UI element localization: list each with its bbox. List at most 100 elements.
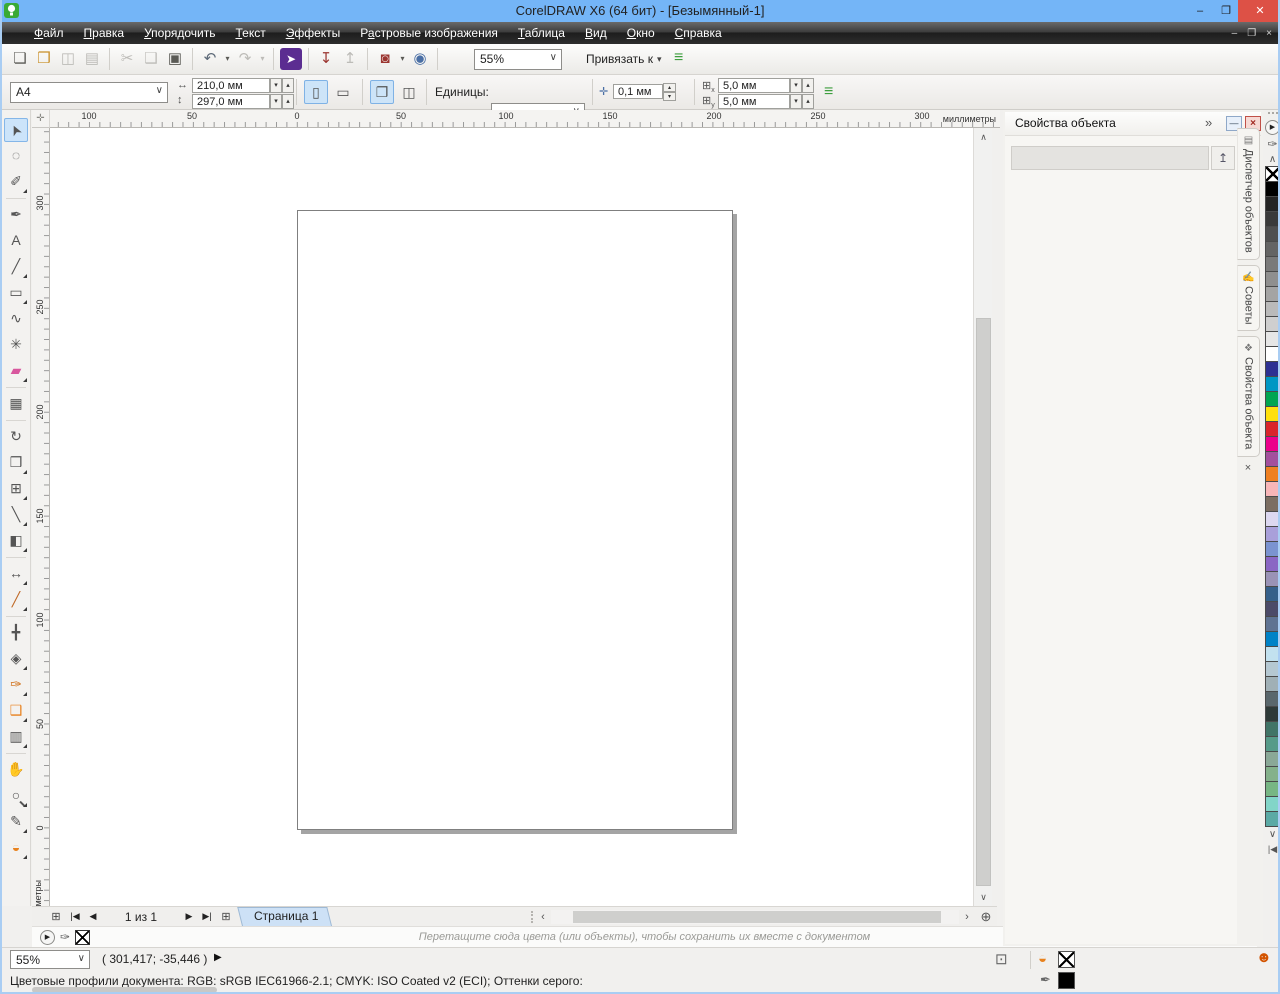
spin-up-icon[interactable]: ▴ (802, 94, 814, 109)
first-page-button[interactable]: |◀ (66, 911, 84, 922)
color-swatch[interactable] (1265, 586, 1280, 602)
vertical-scrollbar[interactable]: ∧ ∨ (973, 128, 992, 906)
cut-button[interactable]: ✂ (115, 47, 139, 71)
spin-up-icon[interactable]: ▴ (802, 78, 814, 93)
extrude-tool[interactable]: ❒ (4, 451, 28, 475)
color-swatch[interactable] (1265, 796, 1280, 812)
status-zoom-combo[interactable]: 55% ∨ (10, 950, 90, 969)
menu-item[interactable]: Текст (225, 26, 275, 40)
horizontal-scrollbar[interactable]: ‹ › ⊕ (535, 909, 997, 925)
shape-tool[interactable]: ✐ (4, 170, 28, 194)
palette-flyout-button[interactable]: ▶ (1265, 120, 1280, 135)
save-document-button[interactable]: ◫ (56, 47, 80, 71)
portrait-button[interactable]: ▯ (304, 80, 328, 104)
window-minimize-button[interactable]: – (1188, 0, 1212, 22)
line-tool[interactable]: ╱ (4, 255, 28, 279)
new-document-button[interactable]: ❏ (8, 47, 32, 71)
duplicate-x-spinner[interactable]: ▾▴ (790, 78, 814, 93)
outline-color-swatch[interactable] (1058, 972, 1075, 989)
page-width-spinner[interactable]: ▾▴ (270, 78, 294, 93)
color-swatch[interactable] (1265, 691, 1280, 707)
duplicate-y-spinner[interactable]: ▾▴ (790, 94, 814, 109)
menu-item[interactable]: Вид (575, 26, 617, 40)
knife-tool[interactable]: ╲ (4, 503, 28, 527)
palette-eyedropper-icon[interactable]: ✑ (1267, 137, 1277, 152)
interactive-fill-tool[interactable]: ✎ (4, 810, 28, 834)
color-swatch[interactable] (1265, 331, 1280, 347)
palette-scroll-down-button[interactable]: ∨ (1269, 827, 1276, 842)
document-minimize-button[interactable]: – (1232, 28, 1238, 39)
add-page-start-button[interactable]: ⊞ (46, 910, 66, 923)
dimension-tool[interactable]: ↔ (4, 562, 28, 586)
document-color-settings-icon[interactable]: ⊡ (995, 950, 1008, 968)
artistic-media-tool[interactable]: ✳ (4, 333, 28, 357)
coordinates-expander-icon[interactable]: ▶ (214, 952, 222, 963)
color-swatch[interactable] (1265, 616, 1280, 632)
pen-tool[interactable]: ✒ (4, 203, 28, 227)
membership-person-icon[interactable]: ☻ (1256, 949, 1272, 966)
color-swatch[interactable] (1265, 466, 1280, 482)
color-swatch[interactable] (1265, 781, 1280, 797)
rectangle-tool[interactable]: ▭ (4, 281, 28, 305)
spin-down-icon[interactable]: ▾ (663, 92, 676, 101)
eraser-tool[interactable]: ▰ (4, 359, 28, 383)
color-swatch[interactable] (1265, 661, 1280, 677)
color-swatch[interactable] (1265, 346, 1280, 362)
spin-down-icon[interactable]: ▾ (790, 78, 802, 93)
color-swatch[interactable] (1265, 601, 1280, 617)
scroll-down-button[interactable]: ∨ (974, 888, 993, 906)
color-swatch[interactable] (1265, 526, 1280, 542)
ruler-origin[interactable]: ✛ (32, 110, 50, 128)
menu-item[interactable]: Справка (665, 26, 732, 40)
docker-chevrons-icon[interactable]: » (1205, 115, 1212, 130)
color-swatch[interactable] (1265, 721, 1280, 737)
menu-item[interactable]: Файл (24, 26, 74, 40)
docker-scroll-top-button[interactable]: ↥ (1211, 146, 1235, 170)
all-pages-button[interactable]: ❐ (370, 80, 394, 104)
duplicate-options-icon[interactable]: ≡ (824, 83, 833, 101)
color-swatch[interactable] (1265, 571, 1280, 587)
smart-fill-tool[interactable]: ◧ (4, 529, 28, 553)
paste-button[interactable]: ▣ (163, 47, 187, 71)
color-swatch[interactable] (1265, 421, 1280, 437)
color-swatch[interactable] (1265, 766, 1280, 782)
window-restore-button[interactable]: ❐ (1214, 0, 1238, 22)
menu-item[interactable]: Эффекты (276, 26, 351, 40)
menu-item[interactable]: Правка (74, 26, 135, 40)
zoom-tool[interactable]: ○ (4, 784, 28, 808)
pan-tool[interactable]: ✋ (4, 758, 28, 782)
spin-down-icon[interactable]: ▾ (270, 94, 282, 109)
page-height-field[interactable]: 297,0 мм (192, 94, 270, 109)
snap-to-button[interactable]: Привязать к (580, 49, 659, 70)
undo-dropdown-button[interactable]: ▾ (222, 47, 233, 71)
page-size-combo[interactable]: A4 ∨ (10, 82, 168, 103)
horizontal-scrollbar-thumb[interactable] (573, 911, 941, 923)
nudge-spinner[interactable]: ▴▾ (663, 83, 676, 101)
color-swatch[interactable] (1265, 181, 1280, 197)
current-page-button[interactable]: ◫ (397, 80, 421, 104)
last-page-button[interactable]: ▶| (198, 911, 216, 922)
color-swatch[interactable] (1265, 391, 1280, 407)
color-swatch[interactable] (1265, 631, 1280, 647)
snap-to-caret-icon[interactable]: ▾ (657, 54, 662, 65)
color-swatch[interactable] (1265, 676, 1280, 692)
window-close-button[interactable]: ✕ (1238, 0, 1280, 22)
zoom-to-page-button[interactable]: ⊕ (975, 909, 997, 925)
color-swatch[interactable] (1265, 751, 1280, 767)
color-swatch[interactable] (1265, 511, 1280, 527)
vertical-scrollbar-thumb[interactable] (976, 318, 991, 886)
next-page-button[interactable]: ▶ (180, 911, 198, 922)
document-page[interactable] (297, 210, 733, 830)
no-color-swatch[interactable] (1265, 166, 1280, 182)
palette-grip[interactable] (1268, 112, 1278, 117)
docker-tabs-close-button[interactable]: × (1240, 462, 1256, 476)
color-swatch[interactable] (1265, 556, 1280, 572)
application-launcher-button[interactable]: ◙ (373, 47, 397, 71)
connector-tool[interactable]: ╱ (4, 588, 28, 612)
color-swatch[interactable] (1265, 436, 1280, 452)
horizontal-scrollbar-track[interactable] (551, 910, 959, 924)
color-swatch[interactable] (1265, 211, 1280, 227)
color-swatch[interactable] (1265, 271, 1280, 287)
table-tool[interactable]: ▦ (4, 392, 28, 416)
redo-dropdown-button[interactable]: ▾ (257, 47, 268, 71)
